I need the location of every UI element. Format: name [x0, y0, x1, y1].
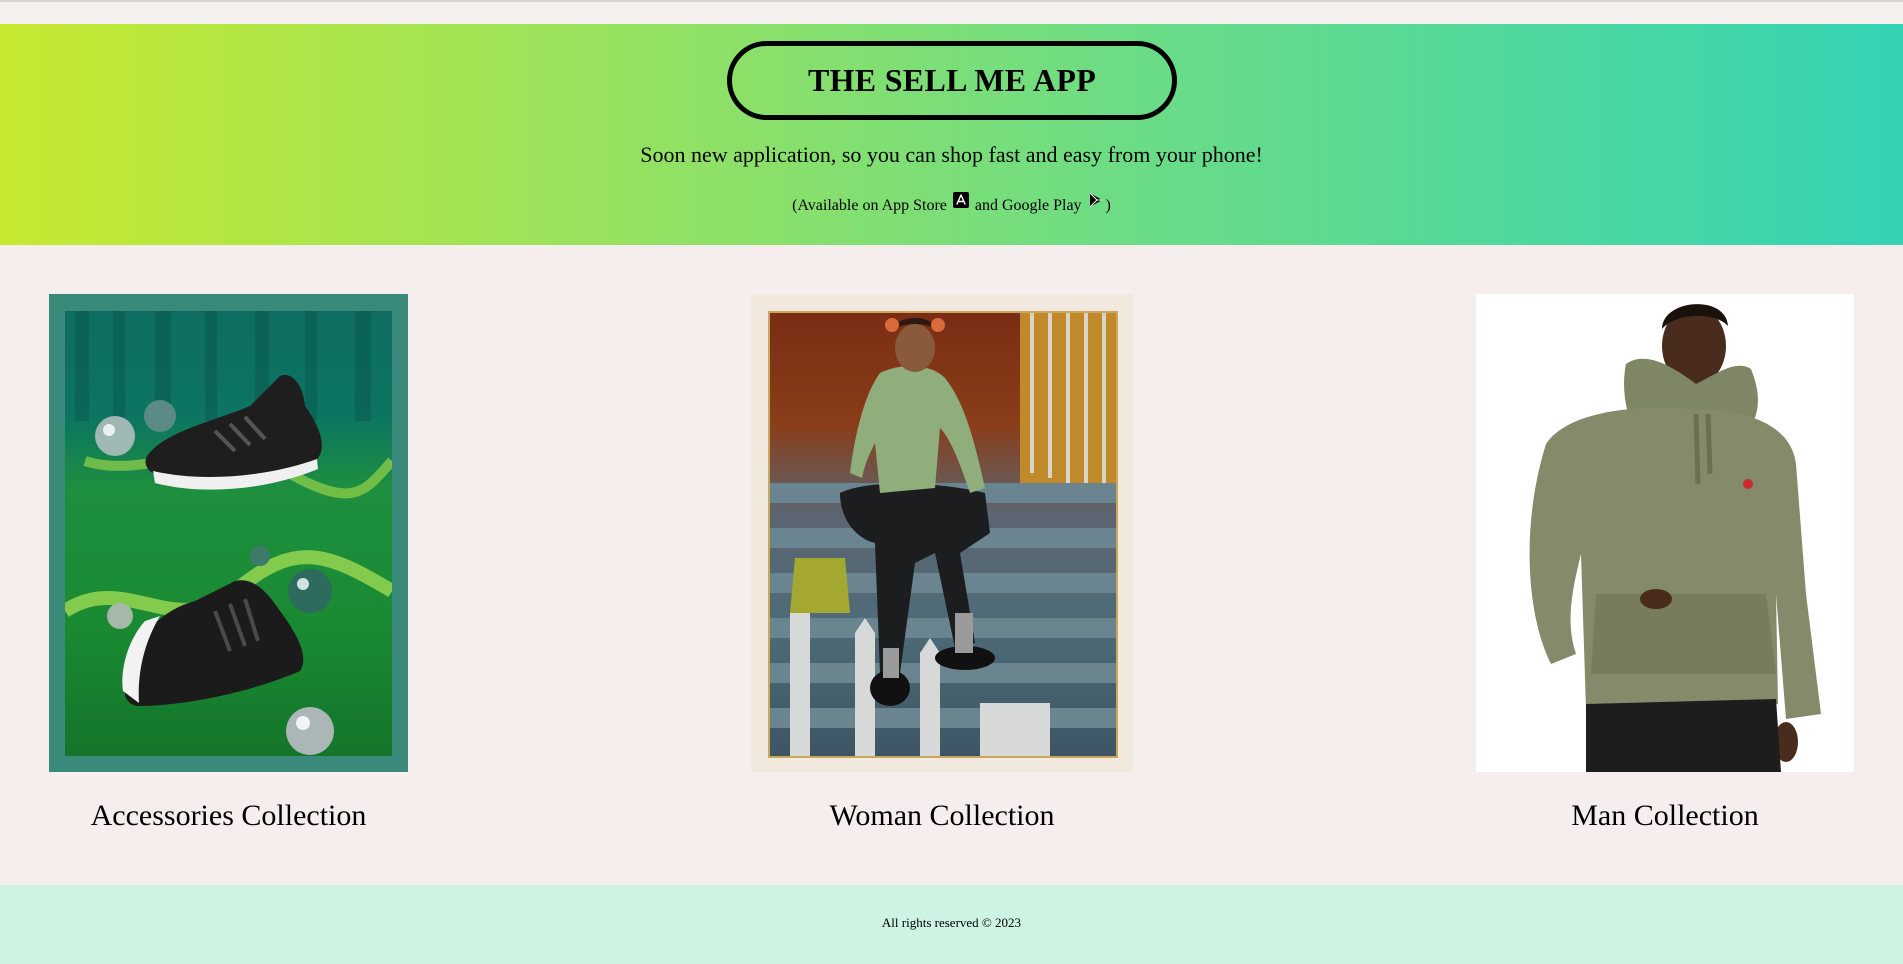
google-play-icon[interactable]	[1088, 192, 1104, 208]
collection-image-frame	[49, 294, 408, 772]
collections-section: Accessories Collection Woman Collection …	[0, 245, 1903, 885]
collection-label-accessories[interactable]: Accessories Collection	[49, 799, 408, 833]
page-footer: All rights reserved © 2023	[0, 885, 1903, 964]
hero-tagline: Soon new application, so you can shop fa…	[640, 142, 1263, 167]
copyright-text: All rights reserved © 2023	[881, 915, 1022, 930]
woman-on-stairs-photo[interactable]	[768, 311, 1118, 758]
app-store-icon[interactable]	[952, 192, 969, 208]
hero-banner: THE SELL ME APP Soon new application, so…	[0, 24, 1903, 245]
collection-label-woman[interactable]: Woman Collection	[751, 799, 1133, 833]
collection-label-man[interactable]: Man Collection	[1476, 799, 1854, 833]
sneakers-photo[interactable]	[65, 311, 392, 756]
availability-suffix: )	[1105, 197, 1111, 214]
app-title-button[interactable]: THE SELL ME APP	[727, 41, 1177, 120]
collection-image-frame	[751, 294, 1133, 772]
top-strip	[0, 0, 1903, 24]
availability-prefix: (Available on App Store	[792, 197, 947, 214]
man-in-hoodie-photo[interactable]	[1476, 294, 1854, 772]
availability-note: (Available on App Store and Google Play …	[0, 192, 1903, 215]
availability-middle: and Google Play	[974, 197, 1082, 214]
